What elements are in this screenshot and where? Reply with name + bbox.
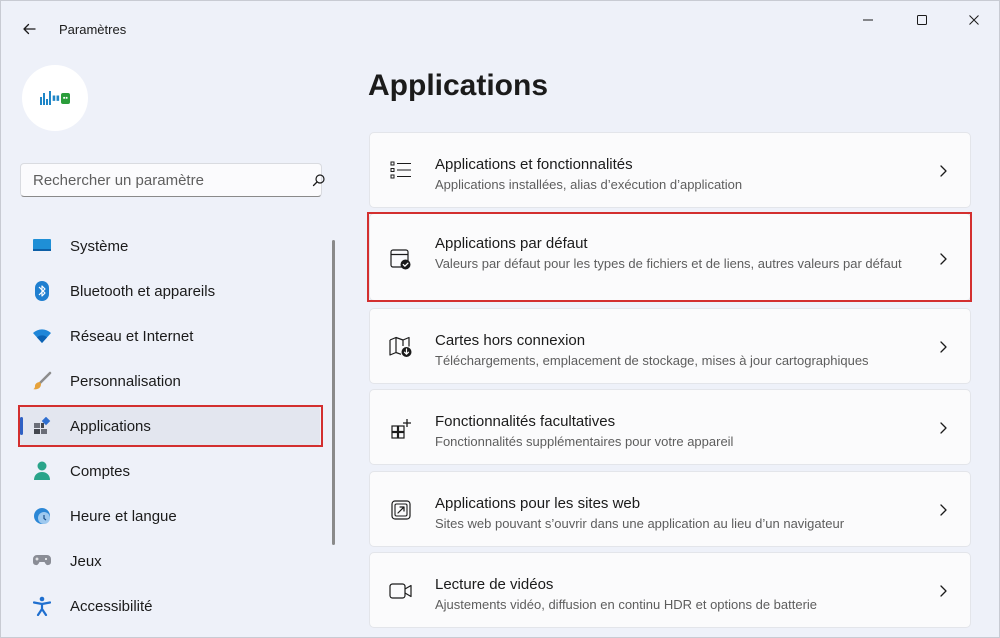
sidebar-item-accessibilite[interactable]: Accessibilité <box>20 586 320 626</box>
logo-badge-icon: ▪▪ <box>60 92 70 104</box>
maximize-icon <box>917 15 927 25</box>
card-title: Applications pour les sites web <box>435 495 641 512</box>
list-icon <box>388 157 414 183</box>
sidebar-item-reseau[interactable]: Réseau et Internet <box>20 316 320 356</box>
video-icon <box>388 578 414 604</box>
clock-globe-icon <box>32 506 52 526</box>
card-title: Lecture de vidéos <box>435 576 554 593</box>
search-icon[interactable] <box>312 173 326 187</box>
card-applications-fonctionnalites[interactable]: Applications et fonctionnalités Applicat… <box>369 132 971 208</box>
card-title: Applications et fonctionnalités <box>435 156 633 173</box>
arrow-left-icon <box>23 23 36 35</box>
person-icon <box>32 461 52 481</box>
logo-bars-icon <box>40 91 52 105</box>
wifi-icon <box>32 326 52 346</box>
sidebar-item-personnalisation[interactable]: Personnalisation <box>20 361 320 401</box>
open-in-app-icon <box>388 497 414 523</box>
monitor-icon <box>32 236 52 256</box>
sidebar-item-label: Réseau et Internet <box>70 328 194 345</box>
close-button[interactable] <box>951 5 997 35</box>
window-title: Paramètres <box>59 22 127 37</box>
card-subtitle: Sites web pouvant s’ouvrir dans une appl… <box>435 516 845 531</box>
brand-logo: ▮▮ ▪▪ <box>40 91 70 105</box>
chevron-right-icon <box>940 422 947 434</box>
settings-window: Paramètres ▮▮ ▪▪ Système <box>0 0 1000 638</box>
map-download-icon <box>388 334 414 360</box>
card-applications-sites-web[interactable]: Applications pour les sites web Sites we… <box>369 471 971 547</box>
brush-icon <box>32 371 52 391</box>
bluetooth-icon <box>32 281 52 301</box>
sidebar-item-label: Accessibilité <box>70 598 153 615</box>
sidebar-item-label: Système <box>70 238 129 255</box>
sidebar-item-systeme[interactable]: Système <box>20 226 320 266</box>
sidebar-item-heure-langue[interactable]: Heure et langue <box>20 496 320 536</box>
add-feature-icon <box>388 415 414 441</box>
card-title: Fonctionnalités facultatives <box>435 413 616 430</box>
chevron-right-icon <box>940 504 947 516</box>
logo-mark-icon: ▮▮ <box>52 94 60 102</box>
sidebar-item-label: Comptes <box>70 463 131 480</box>
sidebar-item-jeux[interactable]: Jeux <box>20 541 320 581</box>
card-subtitle: Ajustements vidéo, diffusion en continu … <box>435 597 818 612</box>
card-fonctionnalites-facultatives[interactable]: Fonctionnalités facultatives Fonctionnal… <box>369 389 971 465</box>
sidebar-item-comptes[interactable]: Comptes <box>20 451 320 491</box>
sidebar-item-label: Personnalisation <box>70 373 181 390</box>
chevron-right-icon <box>940 165 947 177</box>
chevron-right-icon <box>940 341 947 353</box>
card-subtitle: Fonctionnalités supplémentaires pour vot… <box>435 434 734 449</box>
minimize-button[interactable] <box>845 5 891 35</box>
card-cartes-hors-connexion[interactable]: Cartes hors connexion Téléchargements, e… <box>369 308 971 384</box>
sidebar-item-label: Heure et langue <box>70 508 177 525</box>
accessibility-icon <box>32 596 52 616</box>
card-subtitle: Applications installées, alias d’exécuti… <box>435 177 743 192</box>
sidebar-scrollbar[interactable] <box>332 240 335 545</box>
close-icon <box>969 15 979 25</box>
gamepad-icon <box>32 551 52 571</box>
card-lecture-videos[interactable]: Lecture de vidéos Ajustements vidéo, dif… <box>369 552 971 628</box>
back-button[interactable] <box>13 15 45 43</box>
maximize-button[interactable] <box>899 5 945 35</box>
sidebar-item-label: Bluetooth et appareils <box>70 283 216 300</box>
chevron-right-icon <box>940 585 947 597</box>
page-title: Applications <box>368 69 549 102</box>
main-scrollbar[interactable] <box>991 121 994 631</box>
search-box[interactable] <box>20 163 325 197</box>
default-apps-highlight-box <box>367 212 972 302</box>
title-bar: Paramètres <box>1 1 1000 49</box>
card-title: Cartes hors connexion <box>435 332 586 349</box>
minimize-icon <box>863 19 873 21</box>
search-input[interactable] <box>33 170 283 190</box>
user-avatar[interactable]: ▮▮ ▪▪ <box>22 65 88 131</box>
applications-highlight-box <box>18 405 323 447</box>
sidebar-item-label: Jeux <box>70 553 102 570</box>
sidebar-item-bluetooth[interactable]: Bluetooth et appareils <box>20 271 320 311</box>
card-subtitle: Téléchargements, emplacement de stockage… <box>435 353 869 368</box>
